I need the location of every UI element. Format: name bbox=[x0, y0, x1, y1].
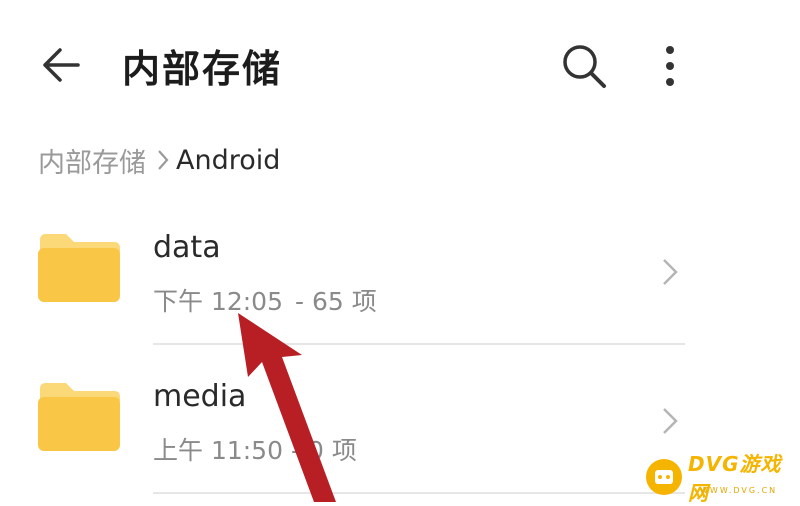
chevron-right-icon bbox=[156, 148, 170, 172]
file-meta: 上午 11:50 - 0 项 bbox=[153, 431, 357, 467]
folder-icon bbox=[38, 383, 120, 451]
more-options-button[interactable] bbox=[650, 38, 690, 94]
breadcrumb-current: Android bbox=[176, 144, 281, 176]
file-name: data bbox=[153, 230, 221, 265]
watermark-subtext: WWW.DVG.CN bbox=[700, 486, 778, 495]
item-count: - 65 项 bbox=[295, 287, 377, 316]
top-app-bar: 内部存储 bbox=[0, 0, 800, 130]
back-button[interactable] bbox=[36, 40, 86, 90]
watermark-text: DVG游戏网 bbox=[688, 452, 782, 505]
file-name: media bbox=[153, 379, 247, 414]
gamepad-icon bbox=[646, 459, 682, 495]
chevron-right-icon bbox=[663, 408, 678, 434]
search-button[interactable] bbox=[556, 38, 612, 94]
more-vertical-icon bbox=[666, 46, 674, 86]
search-icon bbox=[563, 45, 606, 88]
modified-time: 上午 11:50 bbox=[153, 436, 283, 465]
folder-icon bbox=[38, 234, 120, 302]
divider bbox=[153, 492, 685, 494]
page-title: 内部存储 bbox=[122, 47, 283, 91]
modified-time: 下午 12:05 bbox=[153, 287, 283, 316]
breadcrumb: 内部存储 Android bbox=[38, 140, 280, 180]
breadcrumb-root[interactable]: 内部存储 bbox=[38, 141, 146, 180]
file-meta: 下午 12:05 - 65 项 bbox=[153, 282, 377, 318]
arrow-left-icon bbox=[43, 48, 80, 82]
chevron-right-icon bbox=[663, 259, 678, 285]
list-item[interactable]: data 下午 12:05 - 65 项 bbox=[0, 196, 800, 346]
item-count: - 0 项 bbox=[291, 436, 357, 465]
